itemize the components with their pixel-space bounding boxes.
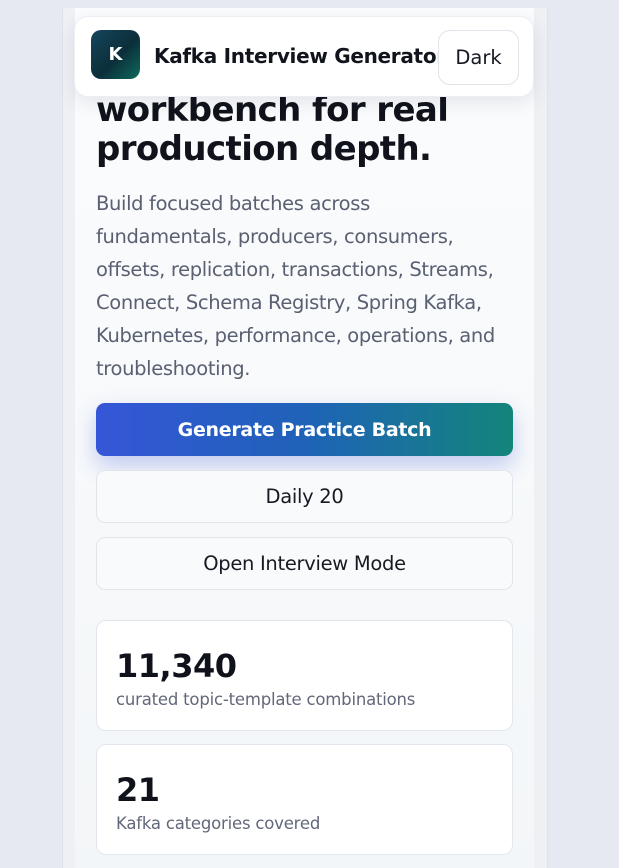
open-interview-mode-button[interactable]: Open Interview Mode — [96, 537, 513, 590]
hero-description: Build focused batches across fundamental… — [96, 192, 495, 380]
app-header: K Kafka Interview Generator Dark — [74, 16, 534, 97]
daily-20-button[interactable]: Daily 20 — [96, 470, 513, 523]
stat-value: 21 — [116, 771, 160, 809]
stat-card-combinations: 11,340 curated topic-template combinatio… — [96, 620, 513, 731]
stat-value: 11,340 — [116, 647, 237, 685]
logo-letter: K — [108, 44, 123, 65]
hero-title: workbench for real production depth. — [96, 91, 526, 169]
theme-toggle-button[interactable]: Dark — [438, 30, 519, 85]
stat-label: Kafka categories covered — [116, 814, 321, 833]
stat-card-categories: 21 Kafka categories covered — [96, 744, 513, 855]
hero-title-line-2: production depth. — [96, 129, 432, 169]
generate-practice-batch-button[interactable]: Generate Practice Batch — [96, 403, 513, 456]
stat-label: curated topic-template combinations — [116, 690, 416, 709]
app-title: Kafka Interview Generator — [154, 44, 446, 68]
kafka-logo-icon: K — [91, 30, 140, 79]
